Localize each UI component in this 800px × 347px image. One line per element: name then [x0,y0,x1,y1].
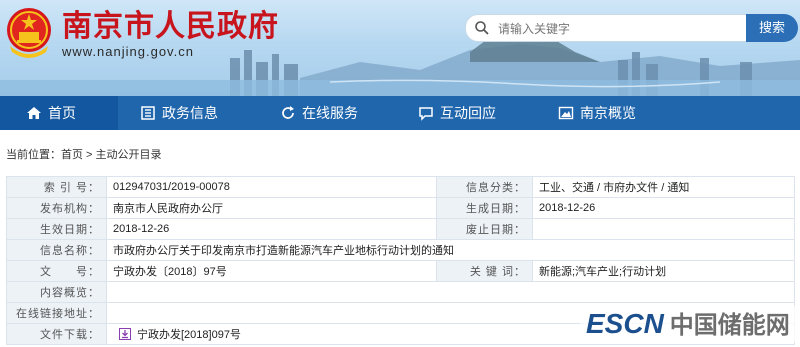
home-icon [27,107,41,119]
table-row: 信息名称： 市政府办公厅关于印发南京市打造新能源汽车产业地标行动计划的通知 [6,239,795,261]
repeal-date-label: 废止日期： [436,218,533,240]
download-label: 文件下载： [6,323,107,345]
nav-item-home[interactable]: 首页 [0,96,118,130]
effective-date-value: 2018-12-26 [106,218,437,240]
search-icon [475,21,489,35]
index-label: 索 引 号： [6,176,107,198]
created-date-label: 生成日期： [436,197,533,219]
nav-item-label: 首页 [48,105,76,121]
doc-number-label: 文 号： [6,260,107,282]
info-name-label: 信息名称： [6,239,107,261]
watermark-brand: ESCN [586,308,664,339]
issuer-value: 南京市人民政府办公厅 [106,197,437,219]
search-input[interactable] [496,18,740,40]
watermark-name: 中国储能网 [669,312,790,339]
nav-item-online-service[interactable]: 在线服务 [276,96,400,130]
building-icon [141,106,155,120]
header-banner: 南京市人民政府 www.nanjing.gov.cn 搜索 [0,0,800,96]
national-emblem-icon [7,8,51,58]
nav-item-label: 南京概览 [580,105,636,121]
category-label: 信息分类： [436,176,533,198]
table-row: 索 引 号： 012947031/2019-00078 信息分类： 工业、交通 … [6,176,795,198]
online-link-label: 在线链接地址： [6,302,107,324]
keywords-label: 关 键 词： [436,260,533,282]
doc-number-value: 宁政办发〔2018〕97号 [106,260,437,282]
watermark-logo: ESCN 中国储能网 [580,306,796,342]
table-row: 发布机构： 南京市人民政府办公厅 生成日期： 2018-12-26 [6,197,795,219]
repeal-date-value [532,218,795,240]
search-box [465,14,747,42]
index-value: 012947031/2019-00078 [106,176,437,198]
info-name-value: 市政府办公厅关于印发南京市打造新能源汽车产业地标行动计划的通知 [106,239,795,261]
effective-date-label: 生效日期： [6,218,107,240]
breadcrumb: 当前位置：首页 > 主动公开目录 [6,146,162,162]
chat-icon [419,107,433,121]
summary-value [106,281,795,303]
created-date-value: 2018-12-26 [532,197,795,219]
site-title[interactable]: 南京市人民政府 [62,9,279,45]
breadcrumb-separator: > [83,149,96,161]
download-file-link[interactable]: 宁政办发[2018]097号 [137,329,241,341]
site-url: www.nanjing.gov.cn [62,44,194,59]
breadcrumb-home-link[interactable]: 首页 [61,149,83,161]
search-button[interactable]: 搜索 [746,14,798,42]
nav-item-label: 政务信息 [162,105,218,121]
table-row: 生效日期： 2018-12-26 废止日期： [6,218,795,240]
table-row: 内容概览： [6,281,795,303]
nav-item-label: 在线服务 [302,105,358,121]
breadcrumb-prefix: 当前位置： [6,149,61,161]
main-nav: 首页 政务信息 在线服务 互动回应 南京概览 [0,96,800,130]
nav-item-government-info[interactable]: 政务信息 [136,96,260,130]
category-value: 工业、交通 / 市府办文件 / 通知 [532,176,795,198]
issuer-label: 发布机构： [6,197,107,219]
keywords-value: 新能源;汽车产业;行动计划 [532,260,795,282]
summary-label: 内容概览： [6,281,107,303]
nav-item-nanjing-overview[interactable]: 南京概览 [554,96,678,130]
mountain-icon [558,106,574,120]
refresh-icon [282,106,294,119]
breadcrumb-current-link[interactable]: 主动公开目录 [96,149,162,161]
table-row: 文 号： 宁政办发〔2018〕97号 关 键 词： 新能源;汽车产业;行动计划 [6,260,795,282]
nav-item-interaction[interactable]: 互动回应 [414,96,538,130]
download-icon[interactable] [119,328,131,340]
nav-item-label: 互动回应 [440,105,496,121]
